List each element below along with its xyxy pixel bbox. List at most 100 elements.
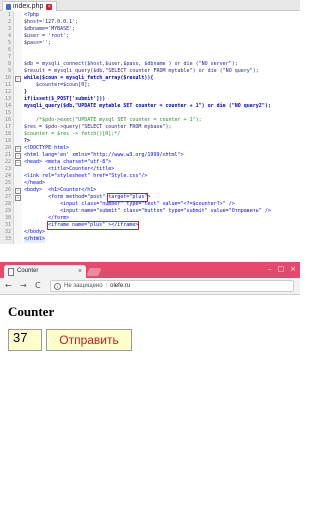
line-number: 8 bbox=[7, 61, 11, 67]
page-icon bbox=[8, 267, 14, 276]
counter-input[interactable]: 37 bbox=[8, 329, 42, 351]
code-text: </html> bbox=[24, 236, 46, 243]
code-line[interactable]: 32 </body> bbox=[0, 229, 300, 236]
code-line[interactable]: 23 <title>Counter</title> bbox=[0, 166, 300, 173]
code-line[interactable]: 10− while($coun = mysqli_fetch_array($res… bbox=[0, 75, 300, 82]
code-text: if(isset($_POST['submit'])) bbox=[24, 96, 106, 102]
code-line[interactable]: 25 </head> bbox=[0, 180, 300, 187]
line-number: 30 bbox=[4, 215, 11, 221]
code-line[interactable]: 4 $user = 'root'; bbox=[0, 33, 300, 40]
line-number: 10 bbox=[4, 75, 11, 81]
page-content: Counter 37 Отправить bbox=[0, 295, 300, 370]
line-number: 26 bbox=[4, 187, 11, 193]
line-number: 23 bbox=[4, 166, 11, 172]
code-text: </form> bbox=[24, 215, 70, 221]
code-text: } bbox=[24, 89, 28, 95]
editor-tab[interactable]: index.php × bbox=[2, 1, 58, 11]
line-number: 3 bbox=[7, 26, 11, 32]
code-line[interactable]: 29 <input name="submit" class="button" t… bbox=[0, 208, 300, 215]
code-text: <head> <meta charset="utf-8"> bbox=[24, 159, 112, 165]
line-number: 12 bbox=[4, 89, 11, 95]
line-number: 28 bbox=[4, 201, 11, 207]
code-line[interactable]: 2 $host='127.0.0.1'; bbox=[0, 19, 300, 26]
code-text: <body> <h1>Counter</h1> bbox=[24, 187, 97, 193]
reload-icon[interactable]: C bbox=[35, 281, 41, 291]
back-icon[interactable]: ← bbox=[5, 281, 12, 291]
code-text: <iframe name="plus" ></iframe> bbox=[46, 221, 140, 230]
code-line[interactable]: 12} bbox=[0, 89, 300, 96]
code-line[interactable]: 20− <!DOCTYPE html> bbox=[0, 145, 300, 152]
browser-tab[interactable]: Counter × bbox=[4, 265, 86, 278]
address-bar[interactable]: i Не защищено | olefe.ru bbox=[50, 280, 294, 292]
code-line[interactable]: 31 <iframe name="plus" ></iframe> bbox=[0, 221, 300, 230]
code-text: <!DOCTYPE html> bbox=[24, 145, 70, 151]
line-number: 20 bbox=[4, 145, 11, 151]
file-icon bbox=[6, 3, 11, 10]
code-line[interactable]: 1 <?php bbox=[0, 12, 300, 19]
address-separator: | bbox=[105, 283, 108, 289]
code-line[interactable]: 3 $dbname='MYBASE'; bbox=[0, 26, 300, 33]
code-line[interactable]: 30 </form> bbox=[0, 215, 300, 222]
code-text: $res = $pdo->query("SELECT counter FROM … bbox=[24, 124, 172, 130]
code-line[interactable]: 8 $db = mysqli_connect($host,$user,$pass,… bbox=[0, 61, 300, 68]
code-line[interactable]: 27− <form method="post" target="plus"> bbox=[0, 193, 300, 202]
line-number: 19 bbox=[4, 138, 11, 144]
line-number: 5 bbox=[7, 40, 11, 46]
code-text: </body> bbox=[24, 229, 46, 235]
browser-toolbar: ← → C i Не защищено | olefe.ru bbox=[0, 278, 300, 295]
code-line[interactable]: 22− <head> <meta charset="utf-8"> bbox=[0, 159, 300, 166]
maximize-icon[interactable]: □ bbox=[278, 265, 285, 273]
code-line[interactable]: 15 bbox=[0, 110, 300, 117]
code-line[interactable]: 33 </html> bbox=[0, 236, 300, 243]
new-tab-button[interactable] bbox=[86, 268, 102, 276]
forward-icon[interactable]: → bbox=[20, 281, 27, 291]
line-number: 22 bbox=[4, 159, 11, 165]
code-text: $counter = $res -> fetch()[0];*/ bbox=[24, 131, 121, 137]
submit-button[interactable]: Отправить bbox=[46, 329, 132, 351]
window-close-icon[interactable]: × bbox=[290, 265, 296, 273]
code-text: <form method="post" target="plus"> bbox=[24, 193, 151, 202]
code-line[interactable]: 7 bbox=[0, 54, 300, 61]
line-number: 32 bbox=[4, 229, 11, 235]
browser-tab-title: Counter bbox=[17, 268, 39, 274]
code-text: </head> bbox=[24, 180, 46, 186]
code-text: $db = mysqli_connect($host,$user,$pass, … bbox=[24, 61, 238, 67]
editor-tab-label: index.php bbox=[13, 3, 44, 10]
close-icon[interactable]: × bbox=[46, 3, 53, 10]
code-text: <link rel="stylesheet" href="Style.css"/… bbox=[24, 173, 148, 179]
line-number: 11 bbox=[4, 82, 11, 88]
url-text: olefe.ru bbox=[110, 283, 131, 289]
code-line[interactable]: 9 $result = mysqli_query($db,"SELECT coun… bbox=[0, 68, 300, 75]
code-line[interactable]: 6 bbox=[0, 47, 300, 54]
code-line[interactable]: 17 $res = $pdo->query("SELECT counter FRO… bbox=[0, 124, 300, 131]
code-line[interactable]: 16 /*$pdo->exec("UPDATE mysql SET counte… bbox=[0, 117, 300, 124]
code-line[interactable]: 28 <input class="number" type="text" val… bbox=[0, 201, 300, 208]
code-line[interactable]: 13 if(isset($_POST['submit'])) bbox=[0, 96, 300, 103]
editor-body[interactable]: 1 <?php 2 $host='127.0.0.1'; 3 $dbname='MYBAS… bbox=[0, 11, 300, 244]
code-line[interactable]: 19 ?> bbox=[0, 138, 300, 145]
code-text: $dbname='MYBASE'; bbox=[24, 26, 76, 32]
code-line[interactable]: 21− <html lang='en' xmlns="http://www.w3.… bbox=[0, 152, 300, 159]
code-text: $pass=''; bbox=[24, 40, 52, 46]
code-line[interactable]: 14 mysqli_query($db,"UPDATE mytable SET c… bbox=[0, 103, 300, 110]
code-text: /*$pdo->exec("UPDATE mysql SET counter =… bbox=[24, 117, 202, 123]
line-number: 25 bbox=[4, 180, 11, 186]
window-controls: – □ × bbox=[268, 265, 296, 273]
code-line[interactable]: 26− <body> <h1>Counter</h1> bbox=[0, 187, 300, 194]
code-line[interactable]: 5 $pass=''; bbox=[0, 40, 300, 47]
line-number: 24 bbox=[4, 173, 11, 179]
code-line[interactable]: 11 $counter=$coun[0]; bbox=[0, 82, 300, 89]
line-number: 2 bbox=[7, 19, 11, 25]
line-number: 17 bbox=[4, 124, 11, 130]
highlight-box: target="plus" bbox=[107, 193, 149, 202]
code-editor: index.php × 1 <?php 2 $host='127.0.0.1'; 3 $d… bbox=[0, 0, 300, 244]
code-line[interactable]: 18 $counter = $res -> fetch()[0];*/ bbox=[0, 131, 300, 138]
line-number: 33 bbox=[4, 236, 11, 242]
info-icon[interactable]: i bbox=[54, 282, 61, 290]
line-number: 31 bbox=[4, 222, 11, 228]
code-text: <input class="number" type="text" value=… bbox=[24, 201, 235, 207]
code-line[interactable]: 24 <link rel="stylesheet" href="Style.css… bbox=[0, 173, 300, 180]
minimize-icon[interactable]: – bbox=[268, 265, 272, 273]
code-text: $result = mysqli_query($db,"SELECT count… bbox=[24, 68, 259, 74]
close-tab-icon[interactable]: × bbox=[78, 265, 82, 278]
